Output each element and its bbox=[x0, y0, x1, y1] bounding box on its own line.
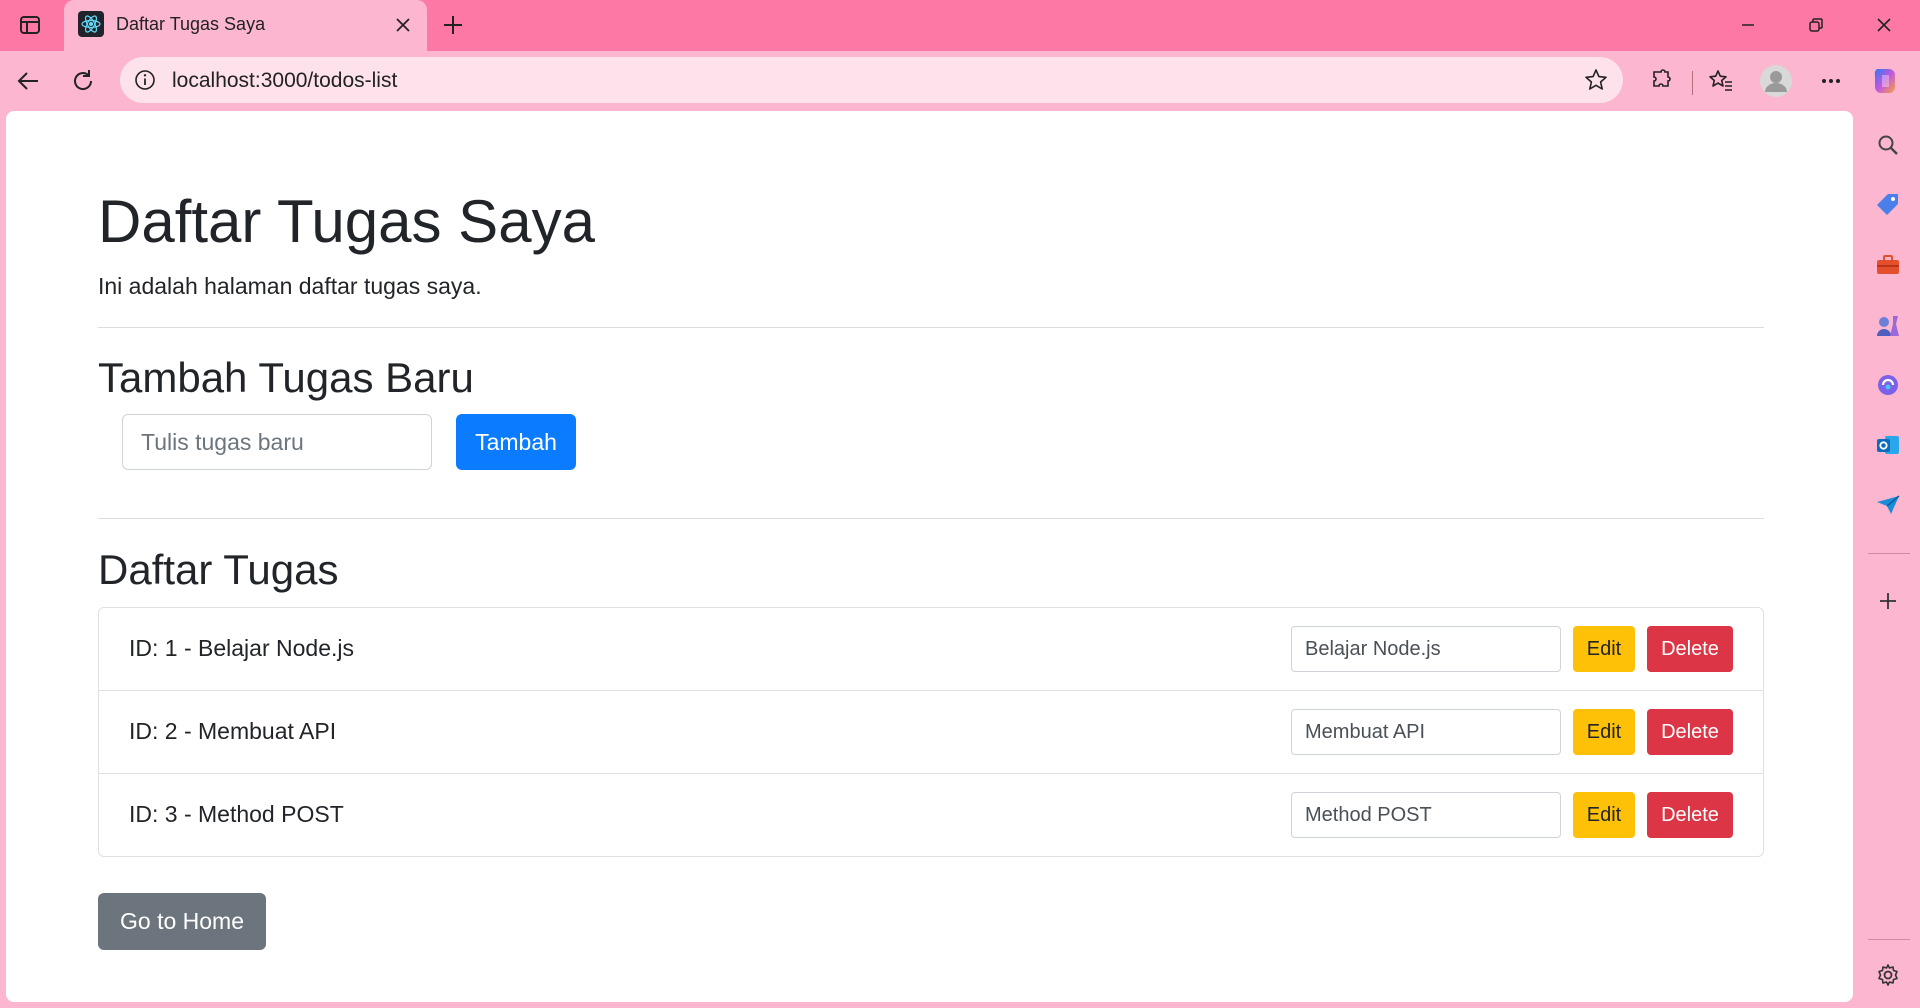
task-label: ID: 3 - Method POST bbox=[129, 801, 344, 827]
go-home-button[interactable]: Go to Home bbox=[98, 893, 266, 950]
task-list-heading: Daftar Tugas bbox=[98, 546, 339, 593]
shopping-tag-icon[interactable] bbox=[1870, 187, 1906, 223]
delete-task-button[interactable]: Delete bbox=[1647, 792, 1733, 838]
extensions-icon[interactable] bbox=[1642, 62, 1680, 100]
address-bar[interactable]: localhost:3000/todos-list bbox=[120, 57, 1623, 103]
favorite-star-icon[interactable] bbox=[1583, 67, 1609, 93]
new-tab-icon[interactable] bbox=[436, 8, 470, 42]
page-subtitle: Ini adalah halaman daftar tugas saya. bbox=[98, 273, 482, 299]
refresh-icon[interactable] bbox=[64, 62, 102, 100]
browser-sidebar bbox=[1856, 111, 1920, 1008]
add-task-button[interactable]: Tambah bbox=[456, 414, 576, 470]
divider bbox=[98, 518, 1764, 519]
close-tab-icon[interactable] bbox=[389, 11, 417, 39]
back-arrow-icon[interactable] bbox=[10, 62, 48, 100]
task-list-item: ID: 1 - Belajar Node.js Edit Delete bbox=[99, 608, 1763, 691]
site-info-icon[interactable] bbox=[132, 67, 158, 93]
sidebar-divider bbox=[1868, 939, 1910, 940]
edit-task-button[interactable]: Edit bbox=[1573, 626, 1635, 672]
minimize-icon[interactable] bbox=[1726, 8, 1770, 42]
sidebar-divider bbox=[1868, 553, 1910, 554]
task-edit-input[interactable] bbox=[1291, 709, 1561, 755]
edit-task-button[interactable]: Edit bbox=[1573, 709, 1635, 755]
divider bbox=[98, 327, 1764, 328]
close-window-icon[interactable] bbox=[1862, 8, 1906, 42]
add-icon[interactable] bbox=[1870, 583, 1906, 619]
outlook-icon[interactable] bbox=[1870, 427, 1906, 463]
url-text[interactable]: localhost:3000/todos-list bbox=[172, 69, 397, 93]
tab-title: Daftar Tugas Saya bbox=[116, 14, 266, 34]
edit-task-button[interactable]: Edit bbox=[1573, 792, 1635, 838]
toolbar-divider bbox=[1692, 71, 1693, 95]
copilot-logo-icon[interactable] bbox=[1866, 62, 1904, 100]
profile-avatar-icon[interactable] bbox=[1757, 62, 1795, 100]
task-list-item: ID: 2 - Membuat API Edit Delete bbox=[99, 691, 1763, 774]
task-label: ID: 2 - Membuat API bbox=[129, 718, 337, 744]
browser-tab-strip: Daftar Tugas Saya bbox=[0, 0, 1920, 51]
task-list: ID: 1 - Belajar Node.js Edit Delete ID: … bbox=[98, 607, 1764, 857]
send-icon[interactable] bbox=[1870, 487, 1906, 523]
restore-icon[interactable] bbox=[1794, 8, 1838, 42]
delete-task-button[interactable]: Delete bbox=[1647, 626, 1733, 672]
page-viewport: Daftar Tugas Saya Ini adalah halaman daf… bbox=[6, 111, 1853, 1002]
delete-task-button[interactable]: Delete bbox=[1647, 709, 1733, 755]
copilot-icon[interactable] bbox=[1870, 367, 1906, 403]
task-edit-input[interactable] bbox=[1291, 792, 1561, 838]
more-options-icon[interactable] bbox=[1812, 62, 1850, 100]
task-label: ID: 1 - Belajar Node.js bbox=[129, 635, 354, 661]
add-task-heading: Tambah Tugas Baru bbox=[98, 354, 474, 401]
search-icon[interactable] bbox=[1870, 127, 1906, 163]
browser-toolbar: localhost:3000/todos-list bbox=[0, 51, 1920, 111]
page-title: Daftar Tugas Saya bbox=[98, 188, 595, 255]
task-list-item: ID: 3 - Method POST Edit Delete bbox=[99, 774, 1763, 857]
settings-icon[interactable] bbox=[1870, 957, 1906, 993]
task-edit-input[interactable] bbox=[1291, 626, 1561, 672]
new-task-input[interactable] bbox=[122, 414, 432, 470]
games-icon[interactable] bbox=[1870, 307, 1906, 343]
tab-actions-icon[interactable] bbox=[10, 10, 50, 40]
react-icon bbox=[78, 11, 104, 37]
favorites-icon[interactable] bbox=[1702, 62, 1740, 100]
active-tab[interactable]: Daftar Tugas Saya bbox=[64, 0, 427, 51]
toolbox-icon[interactable] bbox=[1870, 247, 1906, 283]
